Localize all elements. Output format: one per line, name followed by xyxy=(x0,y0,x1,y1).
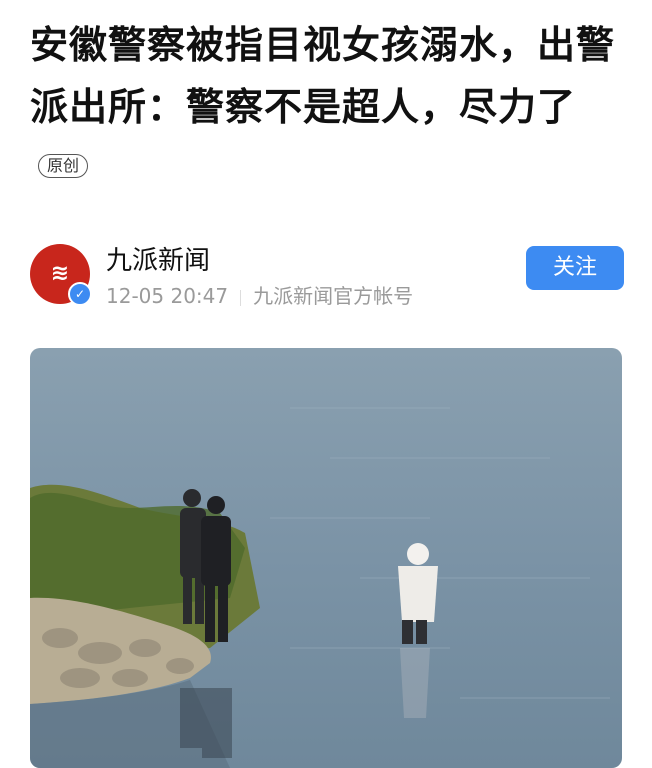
author-bar: ≋ ✓ 九派新闻 12-05 20:47 九派新闻官方帐号 关注 xyxy=(30,238,624,308)
news-photo-illustration xyxy=(30,348,622,768)
account-type: 九派新闻官方帐号 xyxy=(253,284,414,308)
girl-reflection xyxy=(400,648,430,718)
verified-badge-icon: ✓ xyxy=(68,282,92,306)
author-name[interactable]: 九派新闻 xyxy=(106,240,210,277)
article-title-text: 安徽警察被指目视女孩溺水，出警派出所：警察不是超人，尽力了 xyxy=(30,23,616,129)
article-title: 安徽警察被指目视女孩溺水，出警派出所：警察不是超人，尽力了原创 xyxy=(30,14,630,200)
news-photo[interactable] xyxy=(30,348,622,768)
follow-button[interactable]: 关注 xyxy=(526,246,624,290)
original-badge: 原创 xyxy=(38,153,89,178)
author-avatar[interactable]: ≋ ✓ xyxy=(30,244,92,306)
author-meta: 12-05 20:47 九派新闻官方帐号 xyxy=(106,280,413,309)
meta-divider xyxy=(240,289,242,306)
publish-timestamp: 12-05 20:47 xyxy=(106,284,229,308)
officer-reflections xyxy=(180,688,232,758)
